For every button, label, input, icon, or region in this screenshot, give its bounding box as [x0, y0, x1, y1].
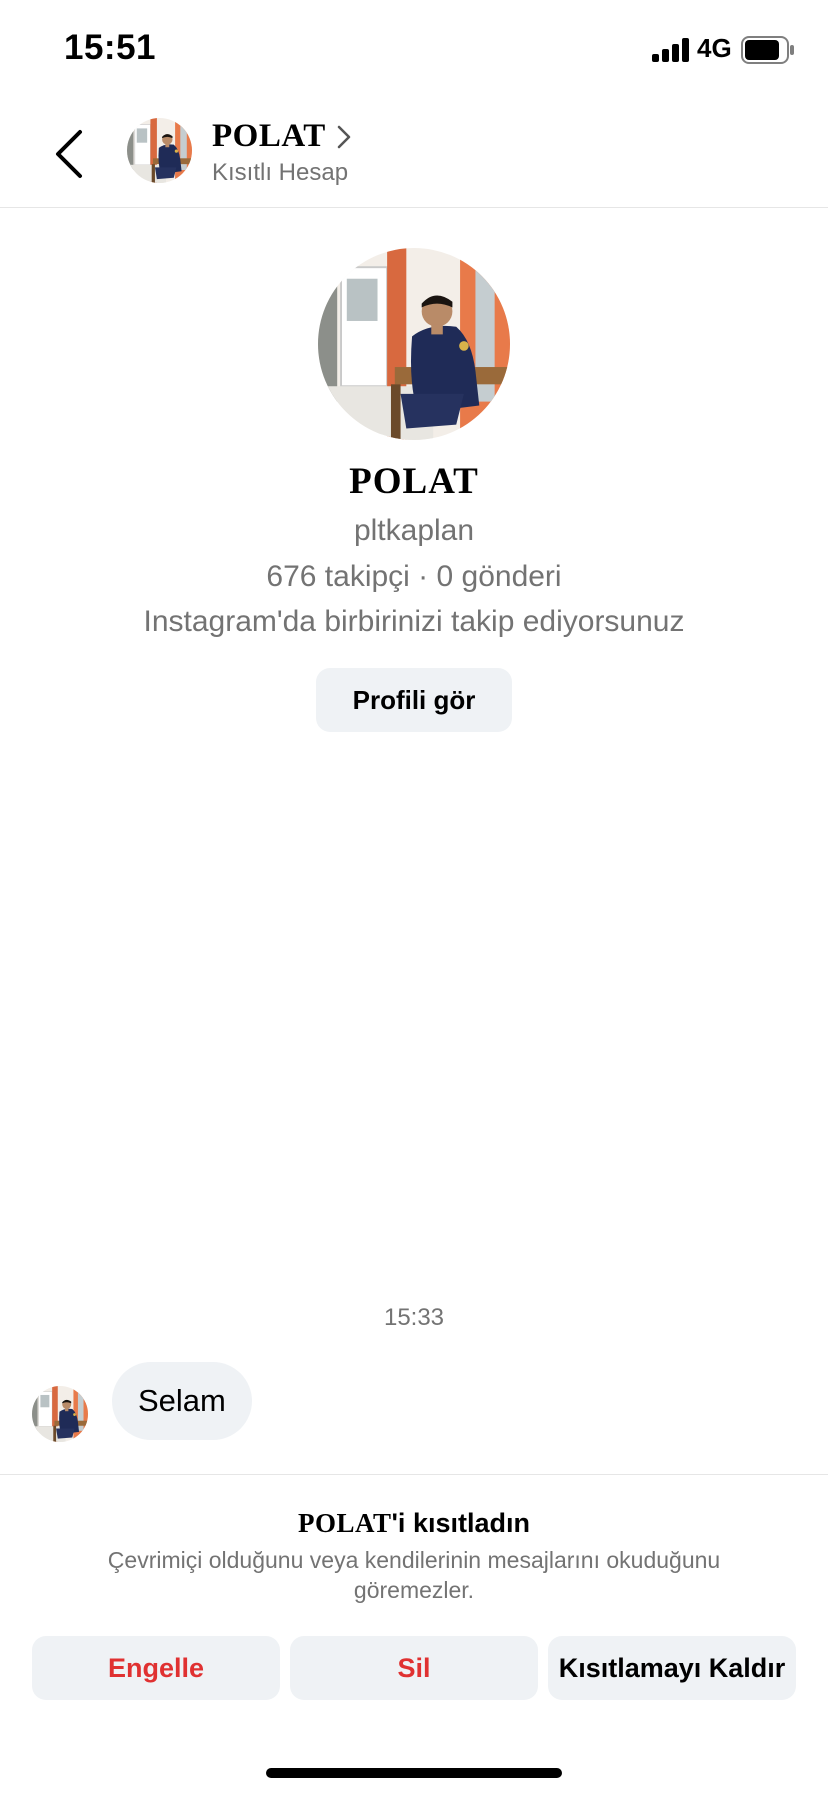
- mutual-follow-note: Instagram'da birbirinizi takip ediyorsun…: [143, 605, 685, 638]
- header-name: POLAT: [212, 118, 326, 154]
- network-type: 4G: [697, 33, 732, 63]
- back-chevron-icon[interactable]: [50, 126, 90, 182]
- restrict-title: POLAT'i kısıtladın: [0, 1508, 828, 1539]
- status-bar: 15:51 4G: [0, 0, 828, 100]
- unrestrict-button[interactable]: Kısıtlamayı Kaldır: [548, 1636, 796, 1700]
- signal-icon: [652, 38, 689, 62]
- header-subtitle: Kısıtlı Hesap: [212, 159, 349, 186]
- profile-stats: 676 takipçi · 0 gönderi: [266, 560, 562, 593]
- status-time: 15:51: [64, 28, 157, 67]
- block-button[interactable]: Engelle: [32, 1636, 280, 1700]
- restrict-title-name: POLAT: [298, 1508, 392, 1538]
- restrict-description: Çevrimiçi olduğunu veya kendilerinin mes…: [107, 1547, 721, 1603]
- message-timestamp: 15:33: [383, 1304, 445, 1331]
- chat-header: POLAT Kısıtlı Hesap: [0, 100, 828, 208]
- delete-button[interactable]: Sil: [290, 1636, 538, 1700]
- profile-name: POLAT: [349, 461, 479, 502]
- header-avatar[interactable]: [127, 118, 192, 183]
- view-profile-button[interactable]: Profili gör: [316, 668, 512, 732]
- sender-avatar[interactable]: [32, 1386, 88, 1442]
- profile-avatar[interactable]: [318, 248, 510, 440]
- restrict-title-suffix: 'i kısıtladın: [391, 1508, 530, 1538]
- home-indicator[interactable]: [266, 1768, 562, 1778]
- profile-username: pltkaplan: [353, 514, 475, 547]
- restrict-panel: POLAT'i kısıtladın Çevrimiçi olduğunu ve…: [0, 1474, 828, 1793]
- header-name-link[interactable]: POLAT: [212, 118, 352, 155]
- message-bubble[interactable]: Selam: [112, 1362, 252, 1440]
- battery-icon: [741, 36, 794, 64]
- chevron-right-icon: [337, 125, 350, 148]
